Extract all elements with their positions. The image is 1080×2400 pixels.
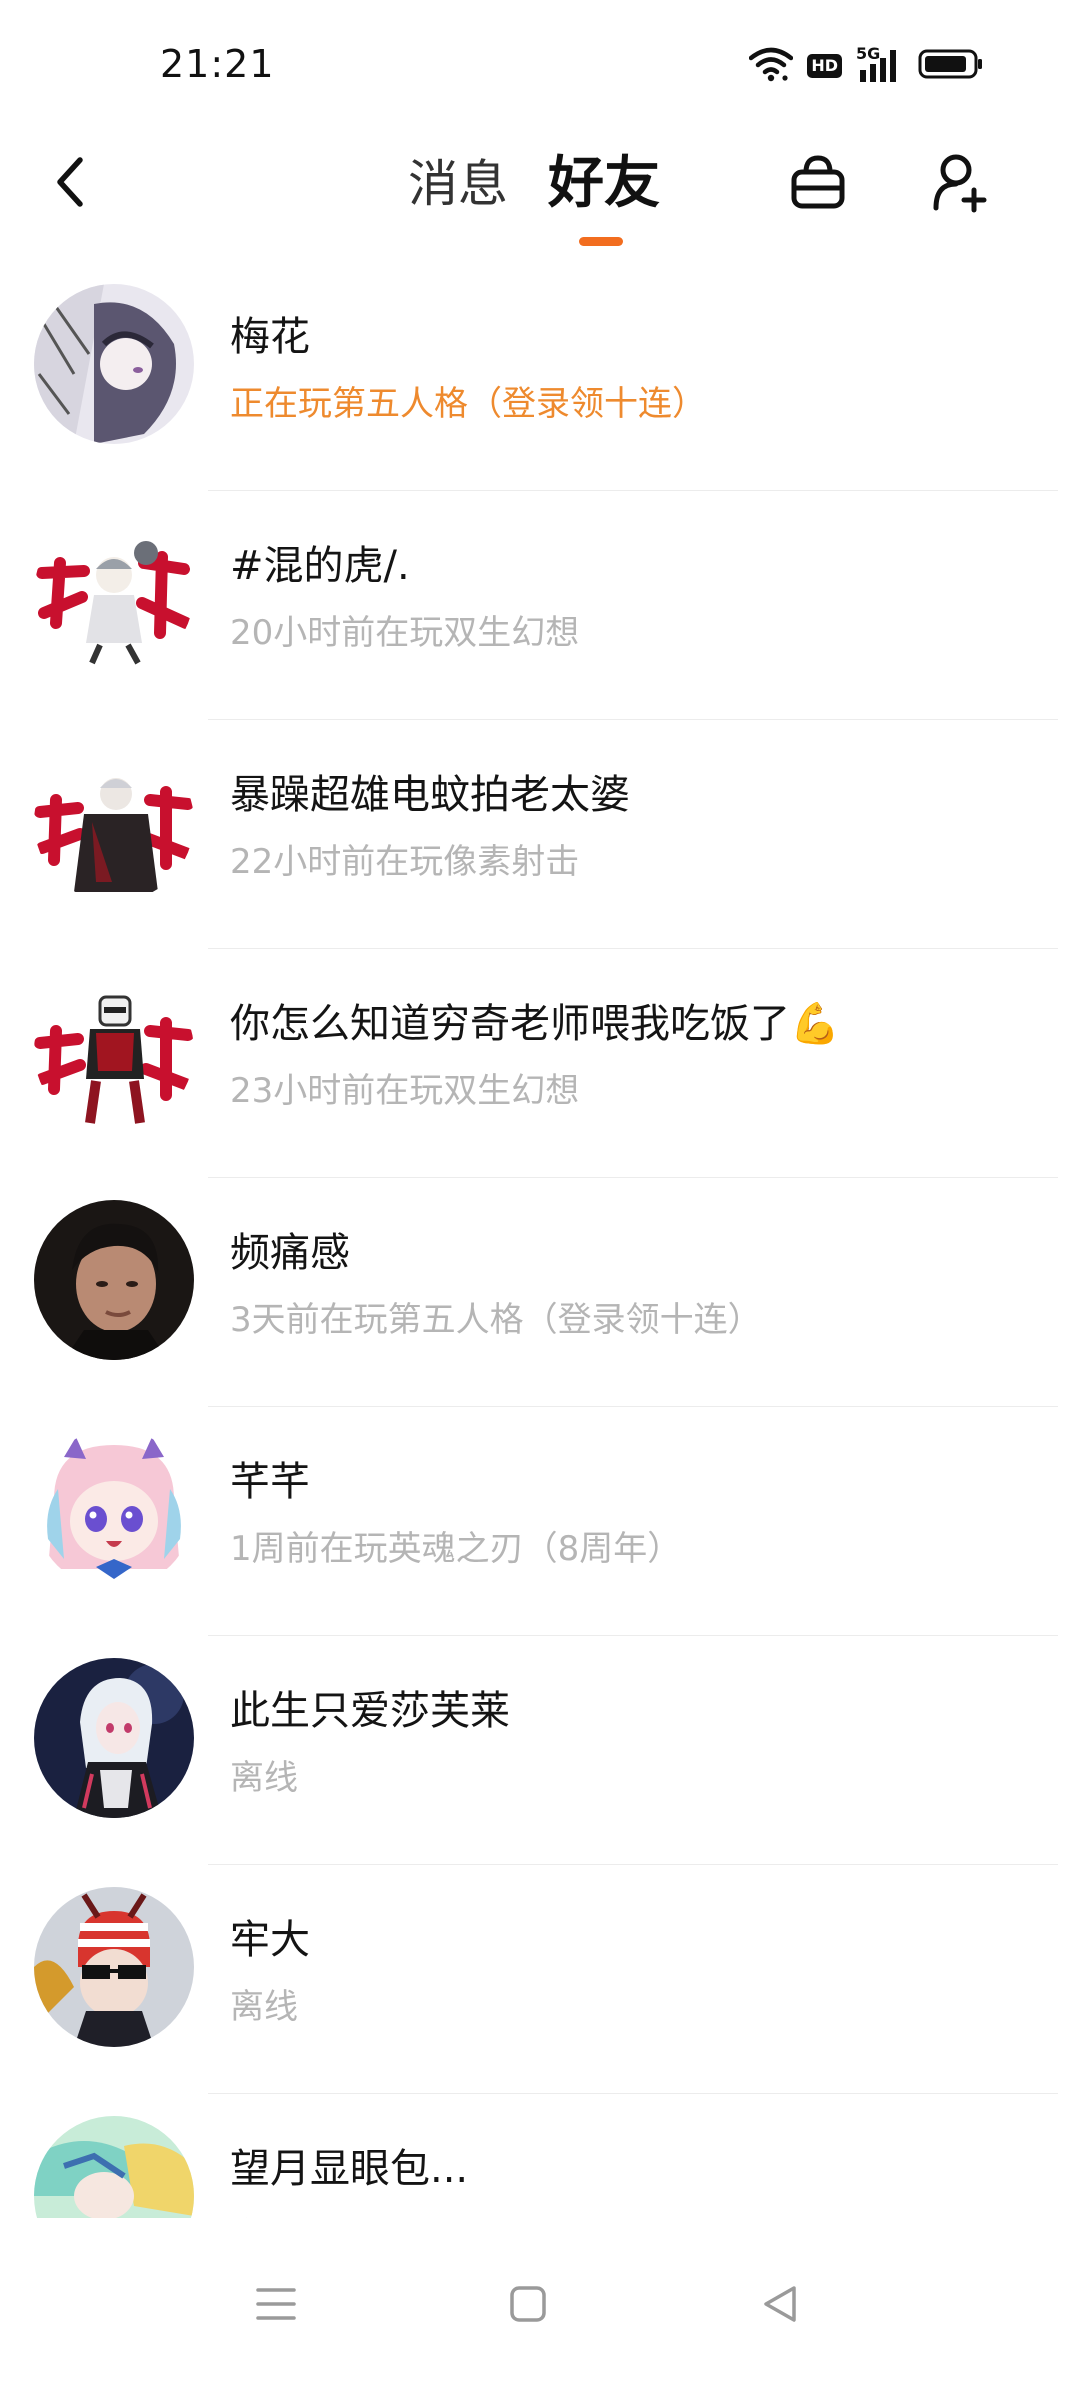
basket-button[interactable] — [778, 144, 858, 224]
tab-messages[interactable]: 消息 — [408, 144, 508, 224]
friend-item[interactable]: 此生只爱莎芙莱 离线 — [0, 1636, 1080, 1865]
friend-status: 23小时前在玩双生幻想 — [230, 1071, 580, 1111]
friend-name: 你怎么知道穷奇老师喂我吃饭了💪 — [230, 1001, 840, 1047]
friend-status: 离线 — [230, 1987, 298, 2027]
system-nav-bar — [0, 2218, 1080, 2400]
friend-item[interactable]: 望月显眼包... 离线 — [0, 2094, 1080, 2218]
friend-name: #混的虎/. — [230, 543, 410, 589]
status-icons: HD 5G — [749, 44, 984, 86]
friend-status: 3天前在玩第五人格（登录领十连） — [230, 1300, 762, 1340]
friend-name: 牢大 — [230, 1917, 310, 1963]
friend-name: 频痛感 — [230, 1230, 350, 1276]
white-hair-anime-avatar — [34, 1658, 194, 1818]
status-bar: 21:21 HD 5G — [0, 0, 1080, 130]
friend-name: 此生只爱莎芙莱 — [230, 1688, 510, 1734]
header: 消息 好友 — [0, 130, 1080, 260]
tab-friends[interactable]: 好友 — [548, 144, 660, 224]
pink-hair-anime-avatar — [34, 1429, 194, 1589]
status-time: 21:21 — [160, 42, 275, 86]
friend-status: 正在玩第五人格（登录领十连） — [230, 384, 706, 424]
friend-status: 1周前在玩英魂之刃（8周年） — [230, 1529, 682, 1569]
signal-icon: 5G — [856, 44, 904, 84]
basket-icon — [786, 150, 850, 218]
friend-name: 望月显眼包... — [230, 2146, 469, 2192]
system-back-button[interactable] — [740, 2266, 820, 2346]
anime-sketch-avatar — [34, 284, 194, 444]
friend-status: 20小时前在玩双生幻想 — [230, 613, 580, 653]
friend-status: 离线 — [230, 1758, 298, 1798]
hd-badge: HD — [807, 54, 842, 78]
red-text-anime-avatar — [34, 513, 194, 673]
friend-name: 芊芊 — [230, 1459, 310, 1505]
friend-name: 暴躁超雄电蚊拍老太婆 — [230, 772, 630, 818]
home-square-icon — [508, 2284, 548, 2328]
active-tab-indicator — [579, 237, 623, 246]
photo-portrait-avatar — [34, 1200, 194, 1360]
friend-item[interactable]: 频痛感 3天前在玩第五人格（登录领十连） — [0, 1178, 1080, 1407]
add-friend-button[interactable] — [922, 144, 1002, 224]
friend-status: 离线 — [230, 2208, 298, 2218]
wifi-icon — [749, 46, 794, 86]
red-text-armored-avatar — [34, 742, 194, 902]
add-user-icon — [930, 150, 994, 218]
recent-apps-button[interactable] — [236, 2266, 316, 2346]
friend-name: 梅花 — [230, 314, 310, 360]
friend-status: 22小时前在玩像素射击 — [230, 842, 580, 882]
red-text-robot-avatar — [34, 971, 194, 1131]
back-arrow-icon — [52, 154, 88, 214]
friend-item[interactable]: 梅花 正在玩第五人格（登录领十连） — [0, 262, 1080, 491]
battery-icon — [918, 48, 984, 84]
friend-item[interactable]: 芊芊 1周前在玩英魂之刃（8周年） — [0, 1407, 1080, 1636]
friend-item[interactable]: 牢大 离线 — [0, 1865, 1080, 2094]
friend-item[interactable]: 你怎么知道穷奇老师喂我吃饭了💪 23小时前在玩双生幻想 — [0, 949, 1080, 1178]
friend-item[interactable]: 暴躁超雄电蚊拍老太婆 22小时前在玩像素射击 — [0, 720, 1080, 949]
back-triangle-icon — [760, 2284, 800, 2328]
home-button[interactable] — [488, 2266, 568, 2346]
teal-anime-avatar — [34, 2116, 194, 2218]
back-button[interactable] — [40, 144, 100, 224]
friend-list[interactable]: 梅花 正在玩第五人格（登录领十连） #混的虎/. 20小时前在玩双生幻想 暴躁超… — [0, 262, 1080, 2218]
menu-icon — [256, 2284, 296, 2328]
friend-item[interactable]: #混的虎/. 20小时前在玩双生幻想 — [0, 491, 1080, 720]
sunglasses-anime-avatar — [34, 1887, 194, 2047]
